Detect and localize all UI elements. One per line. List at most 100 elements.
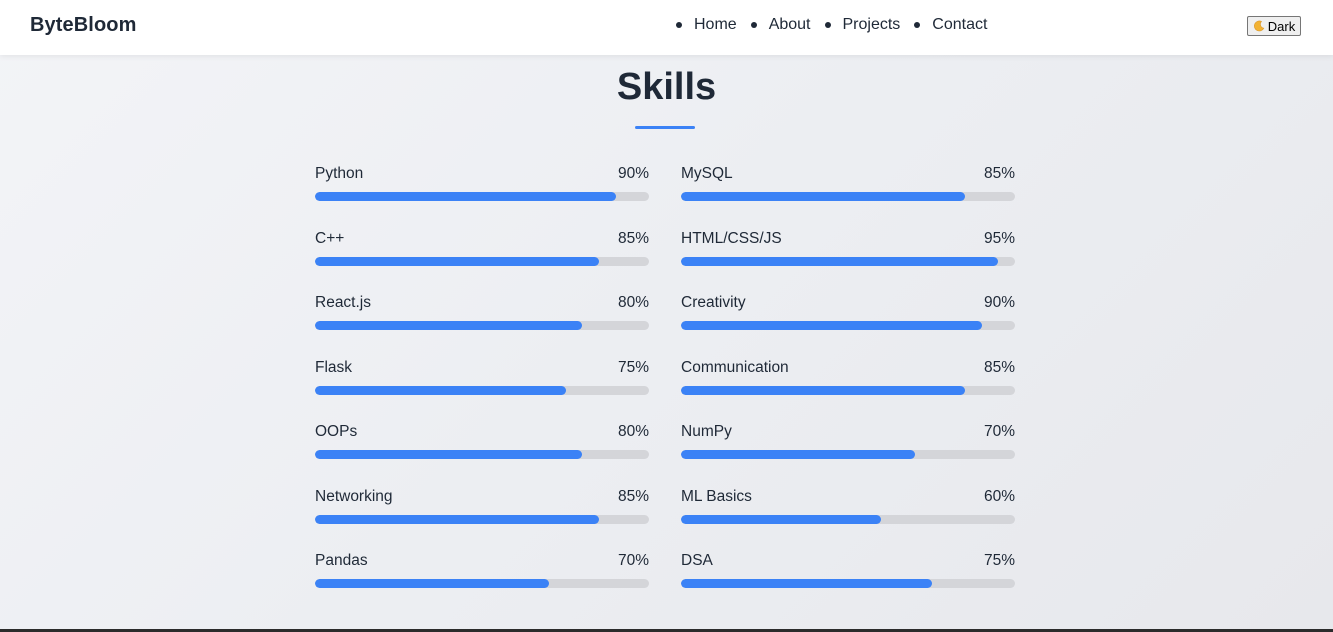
- skill-percent: 85%: [983, 358, 1015, 376]
- skill-name: C++: [315, 229, 345, 247]
- skill-item: HTML/CSS/JS 95%: [681, 230, 1015, 295]
- skill-progress-track: [681, 321, 1015, 330]
- skill-progress-track: [315, 385, 649, 395]
- skill-progress-track: [681, 450, 1015, 459]
- skill-name: Creativity: [681, 294, 746, 311]
- nav-item-projects: Projects: [817, 16, 901, 34]
- skill-item: Networking 85%: [315, 488, 649, 553]
- skill-progress-fill: [681, 385, 965, 395]
- skill-percent: 70%: [983, 423, 1015, 440]
- skill-header: NumPy 70%: [681, 423, 1015, 443]
- skill-item: Pandas 70%: [315, 552, 649, 617]
- navbar: ByteBloom Home About Projects Contact Da…: [0, 0, 1333, 55]
- skill-percent: 80%: [617, 423, 649, 440]
- brand-logo[interactable]: ByteBloom: [30, 14, 136, 37]
- skill-progress-fill: [315, 256, 599, 266]
- skill-percent: 70%: [617, 552, 649, 569]
- skill-header: HTML/CSS/JS 95%: [681, 230, 1015, 250]
- nav-link-about[interactable]: About: [769, 16, 811, 34]
- skill-header: MySQL 85%: [681, 165, 1015, 185]
- skill-name: Flask: [315, 358, 353, 376]
- skill-item: React.js 80%: [315, 294, 649, 359]
- skills-grid: Python 90% MySQL 85% C++ 85% HTML/CSS/JS 95% Rea…: [315, 165, 1015, 617]
- skill-item: NumPy 70%: [681, 423, 1015, 488]
- skill-name: NumPy: [681, 423, 732, 440]
- skill-progress-track: [315, 514, 649, 524]
- skill-name: ML Basics: [681, 487, 752, 505]
- skill-percent: 95%: [983, 229, 1015, 247]
- skill-progress-track: [315, 321, 649, 330]
- skill-item: Creativity 90%: [681, 294, 1015, 359]
- skill-progress-track: [681, 192, 1015, 201]
- skill-name: OOPs: [315, 423, 358, 440]
- skill-percent: 90%: [617, 165, 649, 182]
- skill-header: Communication 85%: [681, 359, 1015, 379]
- skill-progress-fill: [681, 514, 882, 524]
- skill-header: C++ 85%: [315, 230, 649, 250]
- skill-name: Networking: [315, 487, 393, 505]
- skill-name: Pandas: [315, 552, 368, 569]
- nav-link-projects[interactable]: Projects: [843, 16, 901, 34]
- skill-percent: 85%: [983, 165, 1015, 182]
- skill-progress-fill: [681, 192, 965, 201]
- skill-progress-track: [681, 256, 1015, 266]
- skill-progress-fill: [681, 256, 999, 266]
- nav-link-contact[interactable]: Contact: [932, 16, 987, 34]
- skill-progress-fill: [315, 192, 616, 201]
- nav-item-contact: Contact: [906, 16, 987, 34]
- bullet-icon: [750, 22, 757, 28]
- theme-toggle-button[interactable]: Dark: [1247, 16, 1301, 36]
- skill-header: OOPs 80%: [315, 423, 649, 443]
- skill-progress-track: [315, 256, 649, 266]
- skill-name: React.js: [315, 294, 371, 311]
- skill-header: ML Basics 60%: [681, 488, 1015, 508]
- skill-progress-fill: [681, 579, 932, 588]
- skill-progress-track: [681, 579, 1015, 588]
- skill-progress-fill: [315, 450, 583, 459]
- skill-percent: 85%: [617, 487, 649, 505]
- skill-progress-fill: [315, 321, 583, 330]
- skill-progress-fill: [315, 579, 549, 588]
- bullet-icon: [824, 22, 831, 28]
- nav-item-about: About: [743, 16, 811, 34]
- skill-progress-fill: [681, 321, 982, 330]
- skill-progress-track: [315, 450, 649, 459]
- skill-progress-fill: [315, 385, 566, 395]
- nav-link-home[interactable]: Home: [694, 16, 737, 34]
- skill-item: Communication 85%: [681, 359, 1015, 424]
- section-title: Skills: [616, 66, 717, 108]
- moon-icon: [1253, 20, 1265, 32]
- skill-item: C++ 85%: [315, 230, 649, 295]
- nav-item-home: Home: [668, 16, 737, 34]
- skill-header: DSA 75%: [681, 552, 1015, 572]
- skill-progress-track: [315, 192, 649, 201]
- skill-item: MySQL 85%: [681, 165, 1015, 230]
- skill-percent: 80%: [617, 294, 649, 311]
- skill-percent: 90%: [983, 294, 1015, 311]
- skill-percent: 75%: [983, 552, 1015, 569]
- title-underline: [635, 126, 695, 129]
- skill-item: DSA 75%: [681, 552, 1015, 617]
- skill-percent: 85%: [617, 229, 649, 247]
- skill-item: ML Basics 60%: [681, 488, 1015, 553]
- skill-percent: 75%: [617, 358, 649, 376]
- skill-name: MySQL: [681, 165, 733, 182]
- skill-name: Communication: [681, 358, 789, 376]
- nav-links: Home About Projects Contact: [668, 16, 993, 34]
- skill-progress-track: [315, 579, 649, 588]
- skill-item: Flask 75%: [315, 359, 649, 424]
- skill-name: HTML/CSS/JS: [681, 229, 782, 247]
- skill-progress-fill: [315, 514, 599, 524]
- skill-header: Pandas 70%: [315, 552, 649, 572]
- skill-header: React.js 80%: [315, 294, 649, 314]
- skill-header: Flask 75%: [315, 359, 649, 379]
- skill-item: Python 90%: [315, 165, 649, 230]
- skill-name: DSA: [681, 552, 713, 569]
- bullet-icon: [914, 22, 921, 28]
- bullet-icon: [676, 22, 682, 28]
- skill-header: Python 90%: [315, 165, 649, 185]
- skill-progress-fill: [681, 450, 915, 459]
- theme-toggle-label: Dark: [1267, 18, 1296, 34]
- skill-progress-track: [681, 514, 1015, 524]
- skill-name: Python: [315, 165, 364, 182]
